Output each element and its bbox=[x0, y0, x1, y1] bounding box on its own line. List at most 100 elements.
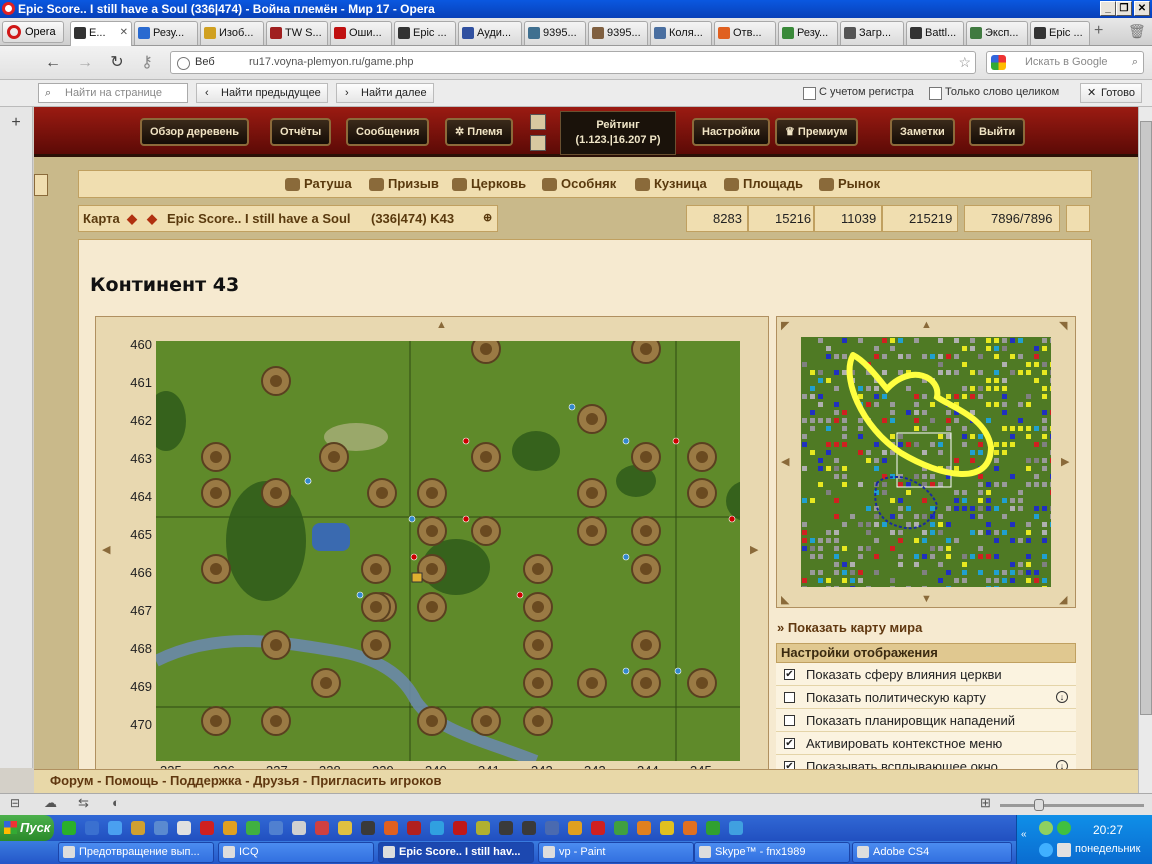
taskbar-button[interactable]: Adobe CS4 bbox=[852, 842, 1012, 863]
map-scroll-right-icon[interactable]: ▶ bbox=[750, 543, 758, 556]
setting-checkbox[interactable]: ✔ bbox=[784, 761, 795, 769]
minimize-button[interactable]: _ bbox=[1100, 1, 1116, 16]
quick-launch-icon[interactable] bbox=[200, 821, 214, 835]
maximize-button[interactable]: ❐ bbox=[1116, 1, 1132, 16]
match-case-checkbox[interactable]: С учетом регистра bbox=[803, 86, 914, 100]
add-panel-icon[interactable]: + bbox=[6, 114, 26, 134]
browser-tab[interactable]: 9395... bbox=[524, 21, 586, 45]
quick-launch-icon[interactable] bbox=[292, 821, 306, 835]
building-smithy[interactable]: Кузница bbox=[635, 176, 707, 191]
taskbar-button[interactable]: Skype™ - fnx1989 bbox=[694, 842, 850, 863]
minimap-scroll-down-icon[interactable]: ▼ bbox=[921, 593, 932, 605]
search-field[interactable]: Искать в Google ⌕ bbox=[986, 51, 1144, 74]
quick-launch-icon[interactable] bbox=[85, 821, 99, 835]
menu-premium[interactable]: ♛ Премиум bbox=[775, 118, 858, 146]
zoom-slider-thumb[interactable] bbox=[1034, 799, 1044, 811]
quick-launch-icon[interactable] bbox=[269, 821, 283, 835]
quick-launch-icon[interactable] bbox=[223, 821, 237, 835]
minimap-scroll-right-icon[interactable]: ▶ bbox=[1061, 455, 1069, 468]
key-icon[interactable]: ⚷ bbox=[136, 53, 158, 73]
tray-expand-icon[interactable]: « bbox=[1021, 829, 1027, 840]
taskbar-button[interactable]: ICQ bbox=[218, 842, 374, 863]
quick-launch-icon[interactable] bbox=[545, 821, 559, 835]
map-link[interactable]: Карта bbox=[83, 206, 120, 231]
zoom-slider[interactable] bbox=[1000, 804, 1144, 807]
taskbar-button[interactable]: Epic Score.. I still hav... bbox=[378, 842, 534, 863]
browser-tab[interactable]: Изоб... bbox=[200, 21, 264, 45]
minimap[interactable] bbox=[801, 337, 1051, 587]
browser-tab[interactable]: Отв... bbox=[714, 21, 776, 45]
game-footer-links[interactable]: Форум - Помощь - Поддержка - Друзья - Пр… bbox=[34, 769, 1138, 793]
browser-tab[interactable]: Оши... bbox=[330, 21, 392, 45]
building-square[interactable]: Площадь bbox=[724, 176, 803, 191]
browser-tab[interactable]: Загр... bbox=[840, 21, 904, 45]
volume-tray-icon[interactable] bbox=[1057, 843, 1071, 857]
cloud-icon[interactable]: ☁ bbox=[44, 795, 57, 811]
quick-launch-icon[interactable] bbox=[384, 821, 398, 835]
taskbar-button[interactable]: Предотвращение вып... bbox=[58, 842, 214, 863]
speed-dial-icon[interactable]: ◐ bbox=[112, 795, 120, 810]
browser-tab[interactable]: Ауди... bbox=[458, 21, 522, 45]
map-scroll-left-icon[interactable]: ◀ bbox=[102, 543, 110, 556]
menu-messages[interactable]: Сообщения bbox=[346, 118, 430, 146]
browser-tab[interactable]: E... ✕ bbox=[70, 21, 132, 46]
prev-village-arrow-icon[interactable]: ◆ bbox=[127, 206, 137, 231]
quick-launch-icon[interactable] bbox=[683, 821, 697, 835]
find-done-button[interactable]: ✕ Готово bbox=[1080, 83, 1142, 103]
quick-launch-icon[interactable] bbox=[246, 821, 260, 835]
network-tray-icon[interactable] bbox=[1057, 821, 1071, 835]
notes-icon[interactable] bbox=[530, 135, 546, 151]
minimap-scroll-sw-icon[interactable]: ◣ bbox=[781, 593, 789, 606]
quick-launch-icon[interactable] bbox=[430, 821, 444, 835]
minimap-scroll-ne-icon[interactable]: ◥ bbox=[1059, 319, 1067, 332]
opera-menu-button[interactable]: Opera bbox=[2, 21, 64, 43]
browser-tab[interactable]: TW S... bbox=[266, 21, 328, 45]
game-map[interactable] bbox=[156, 341, 740, 761]
setting-checkbox[interactable]: ✔ bbox=[784, 738, 795, 749]
taskbar-button[interactable]: vp - Paint bbox=[538, 842, 694, 863]
quick-launch-icon[interactable] bbox=[108, 821, 122, 835]
find-previous-button[interactable]: ‹ Найти предыдущее bbox=[196, 83, 328, 103]
search-icon[interactable]: ⌕ bbox=[1132, 52, 1138, 73]
info-dropdown-icon[interactable]: ↓ bbox=[1056, 691, 1068, 703]
building-mansion[interactable]: Особняк bbox=[542, 176, 616, 191]
map-scroll-up-icon[interactable]: ▲ bbox=[436, 319, 447, 331]
menu-settings[interactable]: Настройки bbox=[692, 118, 771, 146]
quick-launch-icon[interactable] bbox=[154, 821, 168, 835]
quick-launch-icon[interactable] bbox=[361, 821, 375, 835]
quick-launch-icon[interactable] bbox=[591, 821, 605, 835]
quick-launch-icon[interactable] bbox=[315, 821, 329, 835]
avatar[interactable] bbox=[1066, 205, 1090, 232]
back-button[interactable]: ← bbox=[42, 53, 64, 73]
reload-button[interactable]: ↻ bbox=[106, 53, 128, 73]
close-tab-icon[interactable]: ✕ bbox=[120, 22, 128, 44]
find-next-button[interactable]: › Найти далее bbox=[336, 83, 434, 103]
setting-option[interactable]: Показать политическую карту ↓ bbox=[776, 686, 1076, 709]
setting-option[interactable]: ✔ Показывать всплывающее окно ↓ bbox=[776, 755, 1076, 769]
quick-launch-icon[interactable] bbox=[177, 821, 191, 835]
quick-launch-icon[interactable] bbox=[614, 821, 628, 835]
show-world-map-link[interactable]: » Показать карту мира bbox=[777, 620, 922, 635]
notification-icon[interactable] bbox=[530, 114, 546, 130]
share-icon[interactable]: ⇆ bbox=[78, 795, 89, 811]
setting-option[interactable]: ✔ Показать сферу влияния церкви bbox=[776, 663, 1076, 686]
browser-tab[interactable]: Epic ... bbox=[1030, 21, 1090, 45]
setting-checkbox[interactable] bbox=[784, 692, 795, 703]
skype-tray-icon[interactable] bbox=[1039, 843, 1053, 857]
scrollbar-thumb[interactable] bbox=[1140, 121, 1152, 715]
browser-tab[interactable]: Резу... bbox=[134, 21, 198, 45]
menu-logout[interactable]: Выйти bbox=[969, 118, 1026, 146]
menu-notes[interactable]: Заметки bbox=[890, 118, 955, 146]
panel-toggle-icon[interactable]: ⊟ bbox=[10, 796, 20, 810]
quick-launch-icon[interactable] bbox=[407, 821, 421, 835]
building-church[interactable]: Церковь bbox=[452, 176, 526, 191]
trash-icon[interactable]: 🗑 bbox=[1128, 23, 1146, 40]
close-window-button[interactable]: ✕ bbox=[1134, 1, 1150, 16]
quick-launch-icon[interactable] bbox=[453, 821, 467, 835]
vertical-scrollbar[interactable] bbox=[1138, 107, 1152, 793]
minimap-scroll-nw-icon[interactable]: ◤ bbox=[781, 319, 789, 332]
browser-tab[interactable]: Резу... bbox=[778, 21, 838, 45]
whole-word-checkbox[interactable]: Только слово целиком bbox=[929, 86, 1059, 100]
browser-tab[interactable]: Epic ... bbox=[394, 21, 456, 45]
find-input[interactable]: ⌕ Найти на странице bbox=[38, 83, 188, 103]
